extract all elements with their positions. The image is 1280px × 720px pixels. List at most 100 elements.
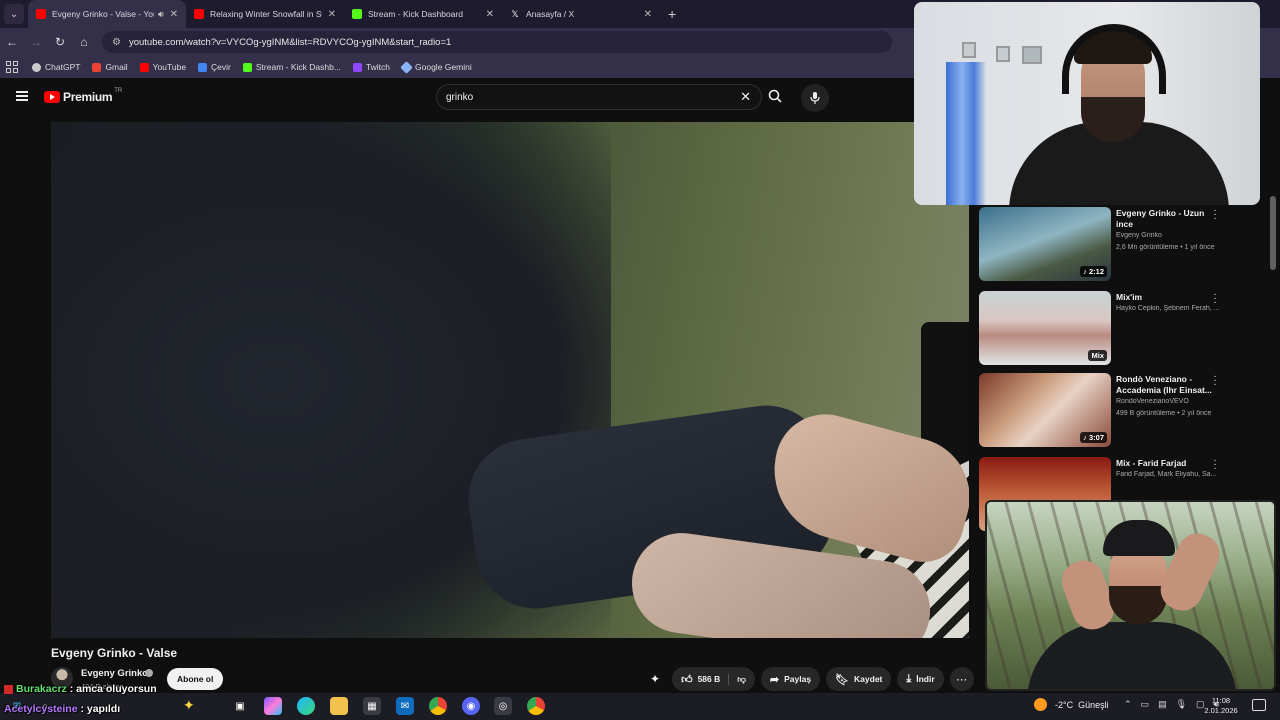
bookmark-translate[interactable]: Çevir [198, 62, 231, 72]
more-options-icon[interactable]: · · · [1212, 456, 1218, 474]
file-explorer-icon[interactable] [330, 697, 348, 715]
app-tray-icon[interactable]: ▭ [1141, 699, 1150, 710]
subscribe-button[interactable]: Abone ol [167, 668, 224, 690]
wall-frame [996, 46, 1010, 62]
tab-title: Evgeny Grinko - Valse - You [52, 9, 154, 19]
sidebar-scrollbar[interactable] [1270, 196, 1276, 270]
bookmark-youtube[interactable]: YouTube [139, 62, 186, 72]
bookmark-gemini[interactable]: Google Gemini [400, 60, 472, 74]
recommendation-title[interactable]: Mix - Farid Farjad [1116, 458, 1216, 469]
download-icon: ⤓ [906, 672, 912, 685]
discord-icon[interactable]: ◉ [462, 697, 480, 715]
close-tab-icon[interactable]: ✕ [644, 9, 652, 20]
address-bar[interactable]: ⚙ youtube.com/watch?v=VYCOg-ygINM&list=R… [102, 31, 892, 53]
more-actions-button[interactable]: ⋯ [949, 667, 974, 691]
ask-ai-icon[interactable]: ✦ [650, 672, 660, 686]
reload-icon[interactable]: ↻ [48, 35, 72, 49]
tab-kick-dashboard[interactable]: Stream - Kick Dashboard ✕ [344, 0, 502, 28]
recommendation-channel: Farid Farjad, Mark Eliyahu, Sa... [1116, 471, 1217, 478]
microsoft-store-icon[interactable]: ▦ [363, 697, 381, 715]
weather-text: -2°C Güneşli [1055, 699, 1109, 710]
chevron-up-icon[interactable]: ⌃ [1124, 699, 1132, 710]
close-tab-icon[interactable]: ✕ [328, 9, 336, 20]
tab-x-home[interactable]: 𝕏 Anasayfa / X ✕ [502, 0, 660, 28]
bookmark-gmail[interactable]: Gmail [92, 62, 128, 72]
bookmark-label: Google Gemini [415, 62, 472, 72]
chat-username: Burakacrz [16, 683, 67, 695]
home-icon[interactable]: ⌂ [72, 35, 96, 49]
bookmark-chatgpt[interactable]: ChatGPT [32, 62, 80, 72]
headset-icon [1062, 24, 1166, 94]
save-label: Kaydet [854, 674, 883, 684]
channel-name[interactable]: Evgeny Grinko [81, 668, 148, 679]
share-label: Paylaş [784, 674, 812, 684]
youtube-premium-logo[interactable]: Premium TR [44, 88, 122, 104]
recommendation-title[interactable]: Mix'im [1116, 292, 1216, 303]
copilot-icon[interactable] [264, 697, 282, 715]
chrome-icon[interactable] [429, 697, 447, 715]
site-info-icon[interactable]: ⚙ [112, 37, 121, 48]
recommendation-meta: 499 B görüntüleme • 2 yıl önce [1116, 410, 1212, 417]
more-options-icon[interactable]: · · · [1212, 290, 1218, 308]
youtube-favicon-icon [194, 9, 204, 19]
tab-youtube-valse[interactable]: Evgeny Grinko - Valse - You 🔊︎ ✕ [28, 0, 186, 28]
recommendation-item[interactable]: ♪ 2:12 Evgeny Grinko - Uzun ince Evgeny … [977, 205, 1267, 281]
kick-icon [242, 62, 252, 72]
duration-badge: ♪ 2:12 [1080, 266, 1107, 277]
sun-icon [1034, 698, 1047, 711]
dislike-icon[interactable]: 👎︎ [728, 673, 746, 685]
mix-badge: Mix [1088, 350, 1107, 361]
download-button[interactable]: ⤓ İndir [897, 667, 944, 691]
weather-widget[interactable]: -2°C Güneşli [1034, 698, 1109, 711]
more-options-icon[interactable]: · · · [1212, 372, 1218, 390]
bookmark-twitch[interactable]: Twitch [352, 62, 390, 72]
bookmark-kick[interactable]: Stream - Kick Dashb... [242, 62, 341, 72]
recommendation-item[interactable]: Mix Mix'im Hayko Cepkin, Şebnem Ferah, .… [977, 289, 1267, 365]
notification-icon[interactable] [1252, 699, 1266, 711]
clear-search-icon[interactable]: ✕ [740, 89, 751, 105]
video-player[interactable] [51, 122, 969, 638]
forward-icon[interactable]: → [24, 35, 48, 49]
apps-grid-icon[interactable] [6, 61, 18, 73]
share-button[interactable]: ➦ Paylaş [760, 667, 821, 691]
close-tab-icon[interactable]: ✕ [486, 9, 494, 20]
chrome-profile-icon[interactable] [527, 697, 545, 715]
video-thumbnail[interactable]: ♪ 2:12 [979, 207, 1111, 281]
outlook-icon[interactable]: ✉ [396, 697, 414, 715]
thumbs-up-icon: 👍︎ [681, 673, 693, 686]
back-icon[interactable]: ← [0, 35, 24, 49]
more-options-icon[interactable]: · · · [1212, 206, 1218, 224]
new-tab-button[interactable]: + [668, 6, 676, 22]
speaker-icon[interactable]: 🔊︎ [158, 9, 164, 20]
video-thumbnail[interactable]: ♪ 3:07 [979, 373, 1111, 447]
menu-icon[interactable] [16, 91, 28, 101]
tab-search-button[interactable]: ⌄ [4, 4, 24, 24]
tab-winter-snowfall[interactable]: Relaxing Winter Snowfall in Swi ✕ [186, 0, 344, 28]
copilot-sparkle-icon[interactable]: ✦ [183, 697, 195, 714]
edge-icon[interactable] [297, 697, 315, 715]
mic-tray-icon[interactable]: 🎙︎ [1176, 699, 1187, 710]
voice-search-button[interactable] [801, 84, 829, 112]
close-tab-icon[interactable]: ✕ [170, 9, 178, 20]
video-thumbnail[interactable]: Mix [979, 291, 1111, 365]
obs-icon[interactable]: ◎ [494, 697, 512, 715]
wall-frame [1022, 46, 1042, 64]
save-button[interactable]: 🔖︎ Kaydet [826, 667, 892, 691]
task-view-icon[interactable]: ▣ [231, 697, 249, 715]
translate-icon [198, 62, 208, 72]
download-label: İndir [916, 674, 935, 684]
like-button[interactable]: 👍︎ 586 B 👎︎ [672, 667, 755, 691]
video-title: Evgeny Grinko - Valse [51, 646, 178, 660]
clock[interactable]: 11:08 2.01.2026 [1200, 696, 1242, 716]
recommendation-title[interactable]: Rondò Veneziano - Accademia (Ihr Einsat.… [1116, 374, 1216, 396]
streamer-webcam-top [914, 2, 1260, 205]
chat-username: Acetylcysteine [4, 703, 78, 715]
recommendation-title[interactable]: Evgeny Grinko - Uzun ince [1116, 208, 1216, 230]
bookmark-label: Gmail [105, 62, 128, 72]
search-button[interactable] [764, 85, 786, 107]
recommendation-item[interactable]: ♪ 3:07 Rondò Veneziano - Accademia (Ihr … [977, 371, 1267, 447]
display-icon[interactable]: ▤ [1158, 699, 1167, 710]
url-text: youtube.com/watch?v=VYCOg-ygINM&list=RDV… [128, 36, 452, 48]
search-input[interactable]: grinko ✕ [436, 84, 762, 110]
video-actions: ✦ 👍︎ 586 B 👎︎ ➦ Paylaş 🔖︎ Kaydet ⤓ İndir… [650, 667, 974, 691]
